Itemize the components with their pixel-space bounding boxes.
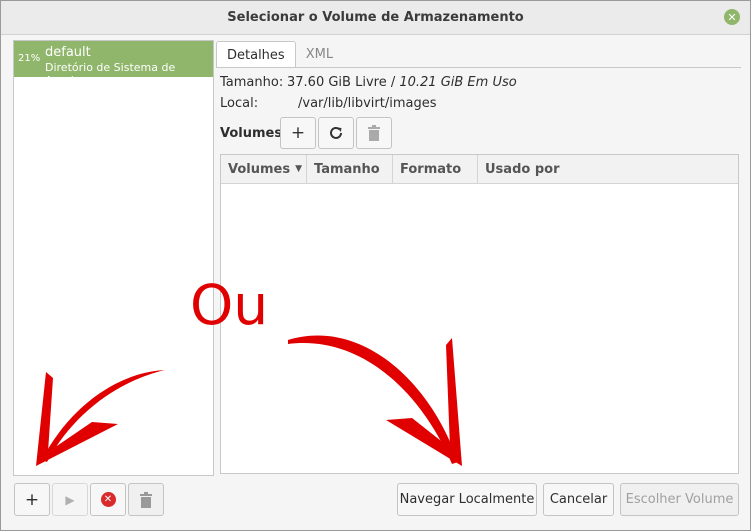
column-header-used-by[interactable]: Usado por	[478, 155, 740, 183]
delete-pool-button[interactable]	[128, 483, 164, 516]
add-pool-button[interactable]: +	[14, 483, 50, 516]
table-header: Volumes ▼ Tamanho Formato Usado por	[221, 155, 738, 184]
storage-volume-dialog: Selecionar o Volume de Armazenamento ✕ 2…	[0, 0, 751, 531]
column-label: Usado por	[485, 161, 560, 177]
storage-pool-list: 21% default Diretório de Sistema de Arqu…	[13, 40, 214, 476]
stop-pool-button[interactable]: ✕	[90, 483, 126, 516]
tab-details[interactable]: Detalhes	[216, 41, 296, 68]
size-value: 37.60 GiB Livre / 10.21 GiB Em Uso	[287, 75, 517, 90]
stop-icon: ✕	[100, 492, 116, 507]
refresh-icon	[330, 126, 342, 139]
pool-description: Diretório de Sistema de Arquivo	[45, 61, 176, 87]
plus-icon: +	[24, 489, 40, 510]
pool-usage-percent: 21%	[18, 53, 41, 64]
annotation-text: Ou	[190, 273, 269, 337]
plus-icon: +	[290, 123, 306, 143]
pool-item-default[interactable]: 21% default Diretório de Sistema de Arqu…	[14, 41, 213, 87]
size-used: 10.21 GiB Em Uso	[399, 75, 517, 90]
delete-volume-button[interactable]	[356, 117, 392, 149]
column-label: Tamanho	[314, 161, 380, 177]
location-label: Local:	[220, 96, 259, 111]
tab-bar: Detalhes XML	[216, 41, 343, 68]
choose-volume-button[interactable]: Escolher Volume	[620, 483, 739, 516]
play-icon: ▶	[65, 492, 75, 507]
column-label: Volumes	[228, 161, 291, 177]
column-header-volumes[interactable]: Volumes ▼	[221, 155, 307, 183]
column-header-size[interactable]: Tamanho	[307, 155, 393, 183]
add-volume-button[interactable]: +	[280, 117, 316, 149]
size-label: Tamanho:	[220, 75, 284, 90]
location-value: /var/lib/libvirt/images	[298, 96, 437, 111]
sort-down-icon: ▼	[295, 164, 303, 174]
browse-local-button[interactable]: Navegar Localmente	[397, 483, 537, 516]
column-label: Formato	[400, 161, 462, 177]
size-free: 37.60 GiB Livre /	[287, 75, 400, 90]
start-pool-button[interactable]: ▶	[52, 483, 88, 516]
volumes-table: Volumes ▼ Tamanho Formato Usado por	[220, 154, 739, 474]
pool-name: default	[45, 45, 91, 60]
volumes-label: Volumes	[220, 126, 283, 141]
trash-icon	[140, 491, 152, 508]
details-panel: Tamanho: 37.60 GiB Livre / 10.21 GiB Em …	[216, 67, 741, 477]
trash-icon	[368, 125, 380, 141]
title-bar: Selecionar o Volume de Armazenamento ✕	[1, 1, 750, 35]
window-title: Selecionar o Volume de Armazenamento	[227, 10, 524, 25]
close-icon[interactable]: ✕	[724, 9, 740, 25]
cancel-button[interactable]: Cancelar	[543, 483, 614, 516]
refresh-volumes-button[interactable]	[318, 117, 354, 149]
column-header-format[interactable]: Formato	[393, 155, 478, 183]
tab-xml[interactable]: XML	[296, 41, 343, 67]
